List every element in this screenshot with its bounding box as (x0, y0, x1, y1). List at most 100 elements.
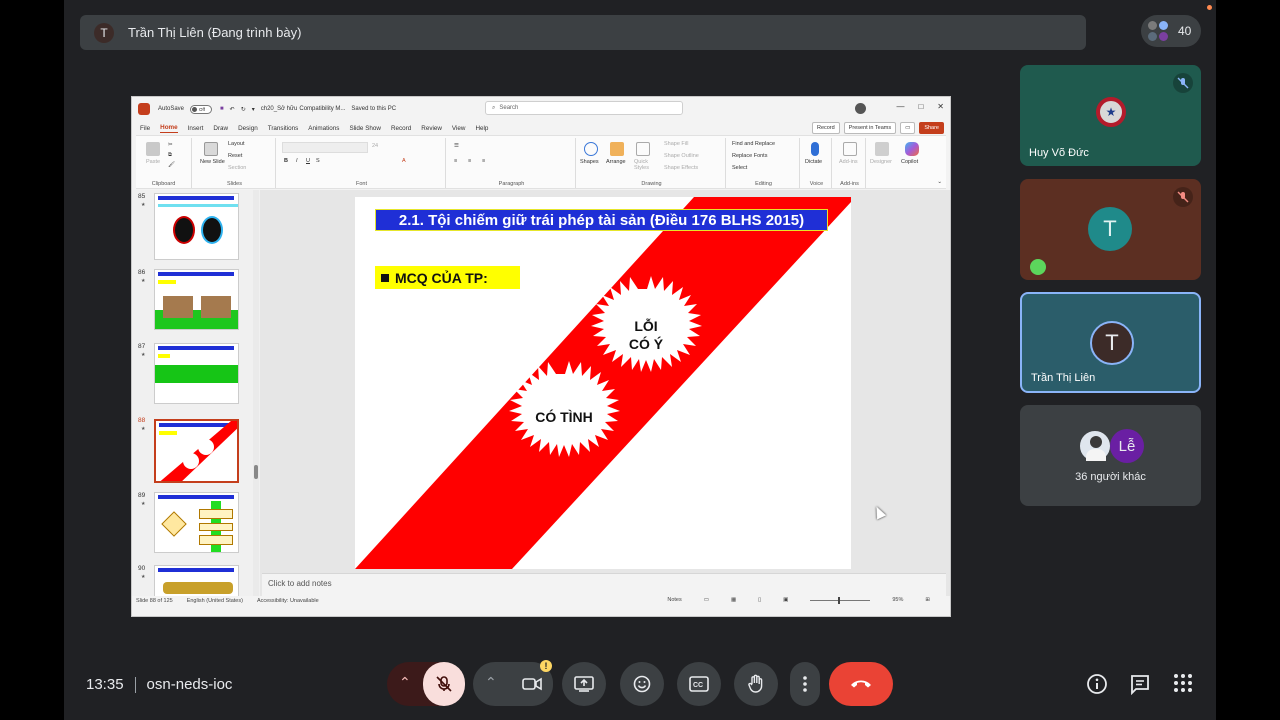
microphone-icon[interactable] (811, 142, 819, 156)
audio-options-chevron-icon[interactable]: ⌃ (399, 674, 411, 691)
redo-icon[interactable]: ↻ (241, 106, 246, 113)
shapes-icon[interactable] (584, 142, 598, 156)
strikethrough-icon[interactable]: S (316, 158, 320, 164)
more-options-button[interactable] (790, 662, 820, 706)
cut-icon[interactable]: ✂ (168, 142, 173, 148)
normal-view-icon[interactable]: ▭ (704, 597, 709, 603)
mic-toggle-button[interactable] (423, 662, 465, 706)
tab-help[interactable]: Help (475, 125, 488, 132)
bold-icon[interactable]: B (284, 158, 288, 164)
customize-icon[interactable]: ▾ (252, 106, 255, 113)
zoom-level[interactable]: 95% (892, 597, 903, 603)
underline-icon[interactable]: U (306, 158, 310, 164)
align-left-icon[interactable]: ≡ (454, 158, 457, 164)
fit-slide-icon[interactable]: ⊞ (925, 597, 930, 603)
addins-button[interactable]: Add-ins (839, 159, 858, 165)
participants-button[interactable]: 40 (1141, 15, 1201, 47)
ppt-search-input[interactable]: ⌕ Search (485, 101, 683, 115)
accessibility-status[interactable]: Accessibility: Unavailable (257, 598, 319, 604)
new-slide-button[interactable]: New Slide (200, 159, 225, 165)
arrange-button[interactable]: Arrange (606, 159, 626, 165)
paste-icon[interactable] (146, 142, 160, 156)
tab-slide-show[interactable]: Slide Show (349, 125, 381, 132)
tab-insert[interactable]: Insert (188, 125, 204, 132)
addins-icon[interactable] (843, 142, 857, 156)
tab-home[interactable]: Home (160, 124, 178, 133)
shape-outline-button[interactable]: Shape Outline (664, 153, 699, 159)
tab-view[interactable]: View (452, 125, 466, 132)
shapes-button[interactable]: Shapes (580, 159, 599, 165)
meeting-code[interactable]: osn-neds-ioc (147, 676, 233, 693)
tab-record[interactable]: Record (391, 125, 411, 132)
participant-tile[interactable]: T (1020, 179, 1201, 280)
slide-thumbnail[interactable] (154, 492, 239, 553)
tab-animations[interactable]: Animations (308, 125, 339, 132)
designer-icon[interactable] (875, 142, 889, 156)
select-button[interactable]: Select (732, 165, 747, 171)
notes-toggle[interactable]: Notes (667, 597, 681, 603)
slide-thumbnail-selected[interactable] (154, 419, 239, 483)
maximize-icon[interactable]: □ (918, 102, 923, 111)
copilot-icon[interactable] (905, 142, 919, 156)
autosave-toggle[interactable]: Off (190, 104, 213, 114)
record-button[interactable]: Record (811, 122, 840, 134)
italic-icon[interactable]: I (296, 158, 298, 164)
tab-file[interactable]: File (140, 125, 150, 132)
participant-tile-active-speaker[interactable]: T Trần Thị Liên (1020, 292, 1201, 393)
comments-icon[interactable]: ▭ (900, 122, 916, 134)
reading-view-icon[interactable]: ▯ (758, 597, 761, 603)
dictate-button[interactable]: Dictate (805, 159, 822, 165)
reactions-button[interactable] (620, 662, 664, 706)
slide-thumbnail[interactable] (154, 193, 239, 260)
font-size-dropdown[interactable]: 24 (372, 143, 378, 149)
layout-button[interactable]: Layout (228, 141, 245, 147)
ppt-user-avatar[interactable] (855, 103, 866, 114)
current-slide[interactable]: 2.1. Tội chiếm giữ trái phép tài sản (Đi… (355, 197, 851, 569)
arrange-icon[interactable] (610, 142, 624, 156)
tab-draw[interactable]: Draw (213, 125, 228, 132)
chat-button[interactable] (1129, 673, 1151, 695)
raise-hand-button[interactable] (734, 662, 778, 706)
present-in-teams-button[interactable]: Present in Teams (843, 122, 897, 134)
replace-fonts-button[interactable]: Replace Fonts (732, 153, 767, 159)
close-icon[interactable]: ✕ (937, 102, 944, 111)
activities-button[interactable] (1173, 673, 1193, 693)
align-right-icon[interactable]: ≡ (482, 158, 485, 164)
others-tile[interactable]: Lễ 36 người khác (1020, 405, 1201, 506)
shape-fill-button[interactable]: Shape Fill (664, 141, 688, 147)
font-name-dropdown[interactable] (282, 142, 368, 153)
video-options-chevron-icon[interactable]: ⌃ (485, 674, 497, 691)
participant-tile[interactable]: ★ Huy Võ Đức (1020, 65, 1201, 166)
bullets-icon[interactable]: ☰ (454, 143, 459, 149)
save-icon[interactable]: ■ (220, 106, 224, 112)
thumbnail-scrollbar[interactable] (253, 190, 259, 606)
copilot-button[interactable]: Copilot (901, 159, 918, 165)
captions-button[interactable]: CC (677, 662, 721, 706)
slide-thumbnail[interactable] (154, 269, 239, 330)
shape-effects-button[interactable]: Shape Effects (664, 165, 698, 171)
leave-call-button[interactable] (829, 662, 893, 706)
undo-icon[interactable]: ↶ (230, 106, 235, 113)
designer-button[interactable]: Designer (870, 159, 892, 165)
align-center-icon[interactable]: ≡ (468, 158, 471, 164)
new-slide-icon[interactable] (204, 142, 218, 156)
font-color-icon[interactable]: A (402, 158, 406, 164)
tab-design[interactable]: Design (238, 125, 258, 132)
notes-pane[interactable]: Click to add notes (262, 573, 946, 597)
present-screen-button[interactable] (562, 662, 606, 706)
zoom-slider[interactable] (810, 596, 871, 604)
quick-styles-button[interactable]: Quick Styles (634, 159, 658, 171)
tab-transitions[interactable]: Transitions (268, 125, 299, 132)
slideshow-icon[interactable]: ▣ (783, 597, 788, 603)
language-status[interactable]: English (United States) (187, 598, 243, 604)
minimize-icon[interactable]: — (896, 102, 904, 111)
paste-button[interactable]: Paste (146, 159, 160, 165)
meeting-details-button[interactable] (1086, 673, 1108, 695)
saved-status[interactable]: Saved to this PC (351, 106, 396, 112)
section-button[interactable]: Section (228, 165, 246, 171)
collapse-ribbon-icon[interactable]: ⌄ (937, 179, 942, 185)
share-button[interactable]: Share (919, 122, 944, 134)
tab-review[interactable]: Review (421, 125, 442, 132)
slide-sorter-icon[interactable]: ▦ (731, 597, 736, 603)
copy-icon[interactable]: ⧉ (168, 152, 172, 159)
